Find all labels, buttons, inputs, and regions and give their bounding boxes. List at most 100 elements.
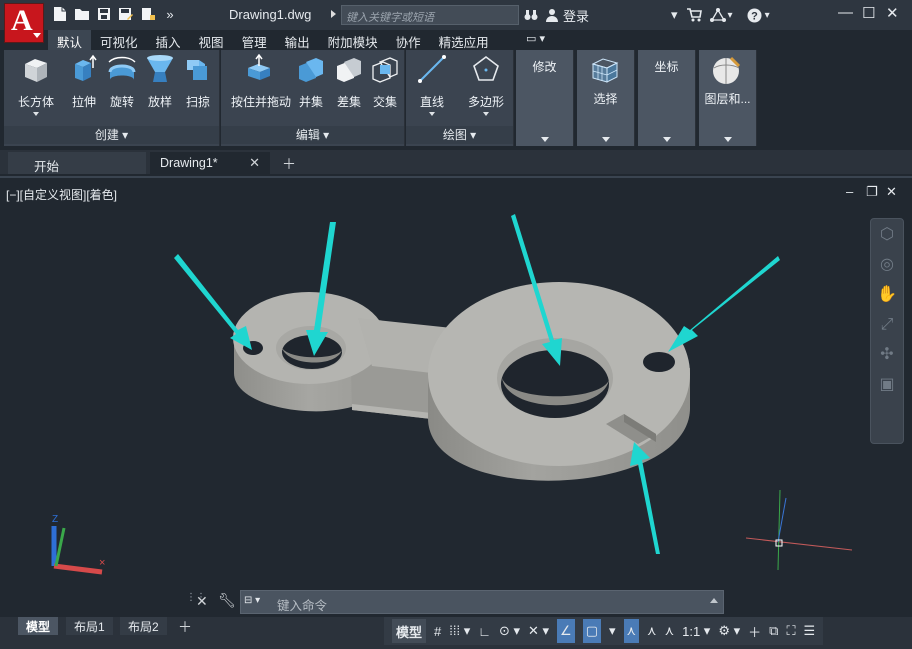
isodraft-icon[interactable]: ✕ ▾ [528, 619, 549, 643]
chevron-down-icon[interactable]: ▾ [671, 7, 678, 23]
customization-menu-icon[interactable]: ☰ [804, 619, 816, 643]
annotation-scale-value[interactable]: 1:1 ▾ [682, 619, 710, 643]
command-prompt-icon[interactable]: ⊟ ▾ [244, 595, 272, 609]
new-file-icon[interactable] [52, 6, 68, 22]
isolate-objects-icon[interactable]: ⧉ [769, 619, 778, 643]
tab-output[interactable]: 输出 [276, 30, 319, 50]
panel-modify[interactable]: 修改 [516, 50, 574, 146]
solid-model[interactable] [233, 282, 690, 481]
add-layout-icon[interactable]: ＋ [178, 617, 192, 637]
chevron-down-icon[interactable] [33, 112, 39, 116]
tab-layout2[interactable]: 布局2 [120, 617, 167, 635]
revolve-button[interactable]: 旋转 [102, 54, 142, 110]
object-snap-tracking-icon[interactable]: ∠ [557, 619, 575, 643]
help-icon[interactable]: ? ▾ [747, 8, 770, 23]
chevron-down-icon[interactable] [540, 137, 549, 142]
ucs-icon: Z × [51, 514, 105, 575]
grip-handle-icon[interactable]: ⋮⋮ [186, 592, 206, 612]
wrench-icon[interactable]: 🔧︎ [218, 592, 236, 609]
intersect-button[interactable]: 交集 [365, 54, 405, 110]
viewcube-icon[interactable]: ⬡ [872, 223, 902, 249]
chevron-down-icon[interactable] [601, 137, 610, 142]
panel-create-label[interactable]: 创建 ▾ [4, 126, 219, 144]
ribbon-display-toggle-icon[interactable]: ▭ ▾ [526, 32, 545, 45]
tab-featured-apps[interactable]: 精选应用 [430, 30, 498, 50]
plot-icon[interactable] [140, 6, 156, 22]
loft-button[interactable]: 放样 [140, 54, 180, 110]
panel-edit-label[interactable]: 编辑 ▾ [221, 126, 404, 144]
chevron-down-icon[interactable]: ▾ [609, 619, 616, 643]
tab-addins[interactable]: 附加模块 [319, 30, 387, 50]
subtract-button[interactable]: 差集 [329, 54, 369, 110]
model-space-button[interactable]: 模型 [392, 619, 427, 643]
maximize-icon[interactable]: ☐ [862, 4, 875, 22]
box-icon [25, 59, 47, 82]
extrude-button[interactable]: 拉伸 [64, 54, 104, 110]
tab-manage[interactable]: 管理 [233, 30, 276, 50]
polygon-button[interactable]: 多边形 [462, 54, 510, 116]
more-commands-icon[interactable]: » [162, 6, 178, 22]
line-icon [418, 55, 446, 83]
object-snap-icon[interactable]: ▢ [582, 619, 601, 643]
panel-coordinates[interactable]: 坐标 [638, 50, 696, 146]
tab-layout1[interactable]: 布局1 [66, 617, 113, 635]
tab-view[interactable]: 视图 [190, 30, 233, 50]
sweep-label: 扫掠 [185, 95, 210, 109]
minimize-icon[interactable]: — [838, 4, 853, 21]
ortho-icon[interactable]: ∟ [478, 619, 491, 643]
save-as-icon[interactable] [118, 6, 134, 22]
loft-icon [147, 55, 173, 82]
orbit-icon[interactable]: ✣ [872, 343, 902, 369]
annotation-scale-icon[interactable]: ⋏ [665, 619, 675, 643]
panel-select[interactable]: 选择 [577, 50, 635, 146]
snap-icon[interactable]: ⁞⁞⁞ ▾ [449, 619, 470, 643]
open-folder-icon[interactable] [74, 6, 90, 22]
close-icon[interactable]: ✕ [249, 155, 260, 171]
tab-default[interactable]: 默认 [48, 30, 92, 50]
tab-collaborate[interactable]: 协作 [387, 30, 430, 50]
chevron-down-icon[interactable] [483, 112, 489, 116]
tab-start[interactable]: 开始 [8, 152, 146, 174]
tab-drawing1[interactable]: Drawing1* ✕ [150, 152, 270, 174]
plus-icon[interactable]: ＋ [748, 619, 761, 643]
close-icon[interactable]: ✕ [196, 593, 208, 610]
zoom-extents-icon[interactable]: ⤢ [872, 313, 902, 339]
grid-icon[interactable]: # [434, 619, 441, 643]
sign-in-button[interactable]: 登录 [546, 6, 589, 25]
add-tab-icon[interactable]: ＋ [280, 154, 298, 172]
chevron-down-icon[interactable] [662, 137, 671, 142]
chevron-down-icon[interactable] [723, 137, 732, 142]
showmotion-icon[interactable]: ▣ [872, 373, 902, 399]
fullscreen-icon[interactable]: ⛶ [786, 619, 795, 643]
save-icon[interactable] [96, 6, 112, 22]
union-button[interactable]: 并集 [291, 54, 331, 110]
chevron-up-icon[interactable] [710, 598, 718, 603]
tab-model[interactable]: 模型 [18, 617, 59, 635]
box-button[interactable]: 长方体 [16, 54, 56, 116]
sweep-button[interactable]: 扫掠 [178, 54, 218, 110]
pan-hand-icon[interactable]: ✋ [872, 283, 902, 309]
tab-visualize[interactable]: 可视化 [91, 30, 147, 50]
steering-wheel-icon[interactable]: ◎ [872, 253, 902, 279]
tab-insert[interactable]: 插入 [147, 30, 190, 50]
polar-icon[interactable]: ⊙ ▾ [499, 619, 520, 643]
command-input[interactable]: 键入命令 [240, 590, 724, 614]
line-button[interactable]: 直线 [412, 54, 452, 116]
application-menu-button[interactable]: A [4, 3, 44, 43]
auto-scale-icon[interactable]: ⋏ [647, 619, 657, 643]
search-input[interactable]: 键入关键字或短语 [341, 5, 519, 25]
annotation-visibility-icon[interactable]: ⋏ [623, 619, 640, 643]
selection-cube-icon [591, 58, 619, 83]
cart-icon[interactable] [686, 8, 702, 22]
binoculars-icon[interactable] [524, 8, 538, 22]
presspull-button[interactable]: 按住并拖动 [231, 53, 291, 110]
layers-sphere-icon [713, 56, 741, 84]
panel-layers[interactable]: 图层和... [699, 50, 757, 146]
drawing-viewport[interactable]: [−][自定义视图][着色] – ❐ ✕ Z × ⬡ ◎ ✋ ⤢ ✣ ▣ [0, 176, 912, 616]
close-icon[interactable]: ✕ [886, 4, 899, 22]
network-icon[interactable]: ▾ [709, 8, 733, 22]
chevron-right-icon[interactable] [331, 10, 336, 18]
panel-draw-label[interactable]: 绘图 ▾ [406, 126, 513, 144]
chevron-down-icon[interactable] [429, 112, 435, 116]
gear-icon[interactable]: ⚙ ▾ [718, 619, 740, 643]
